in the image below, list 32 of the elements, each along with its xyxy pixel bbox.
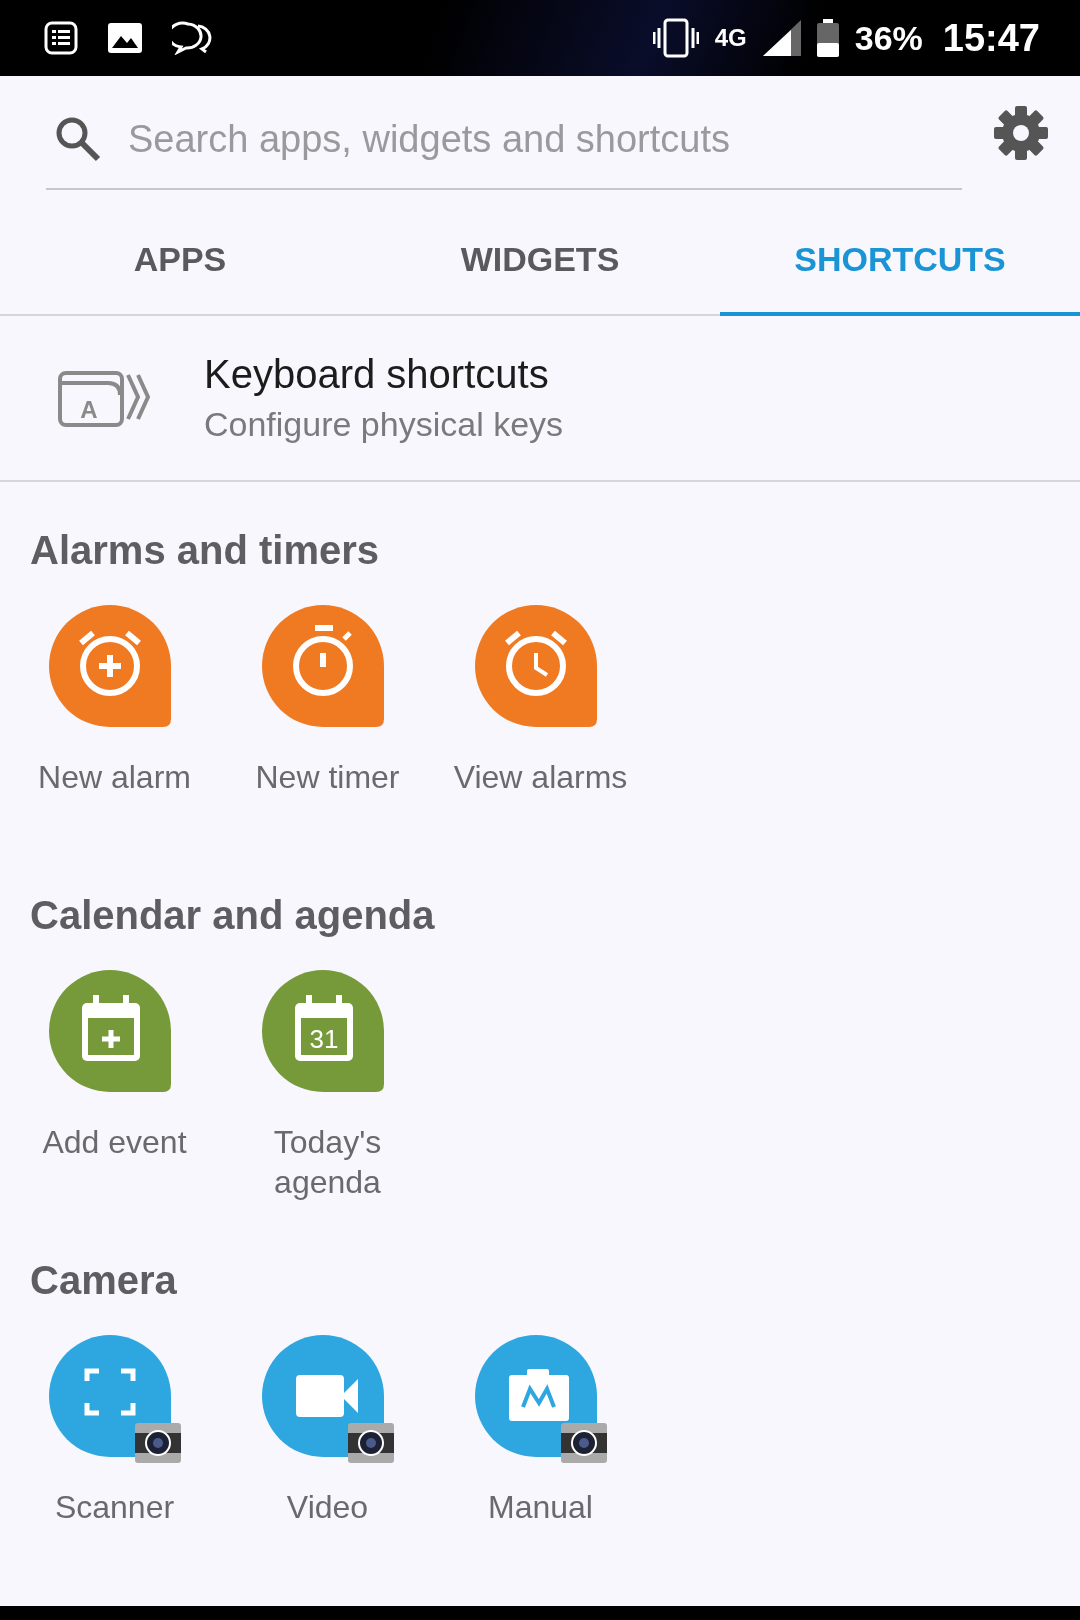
image-icon (108, 23, 142, 53)
notes-icon (44, 21, 78, 55)
clock-time: 15:47 (942, 16, 1040, 60)
settings-icon[interactable] (994, 106, 1048, 160)
item-title: Keyboard shortcuts (204, 352, 550, 397)
section-title: Camera (30, 1258, 178, 1303)
shortcut-item[interactable]: 31 Today's agenda (221, 968, 434, 1212)
tab[interactable]: WIDGETS (360, 200, 720, 316)
shortcut-item[interactable]: New alarm (8, 603, 221, 847)
section-title: Calendar and agenda (30, 893, 436, 938)
battery-icon (816, 19, 839, 57)
tab[interactable]: APPS (0, 200, 360, 316)
vibrate-icon (652, 18, 699, 58)
shortcut-item[interactable]: New timer (221, 603, 434, 847)
shortcut-icon (46, 1333, 183, 1463)
shortcut-item[interactable]: Add event (8, 968, 221, 1212)
section-title: Alarms and timers (30, 528, 381, 573)
keyboard-shortcuts-item[interactable]: A Keyboard shortcuts Configure physical keys (0, 316, 1080, 482)
tab[interactable]: SHORTCUTS (720, 200, 1080, 316)
shortcut-item[interactable]: View alarms (434, 603, 647, 847)
shortcut-item[interactable]: Video (221, 1333, 434, 1577)
shortcut-icon (472, 1333, 609, 1463)
shortcut-item[interactable]: Scanner (8, 1333, 221, 1577)
network-type: 4G (714, 24, 747, 52)
shortcut-icon (259, 1333, 396, 1463)
shortcut-item[interactable]: Manual (434, 1333, 647, 1577)
item-subtitle: Configure physical keys (204, 405, 564, 444)
search-field[interactable]: Search apps, widgets and shortcuts (126, 116, 962, 162)
signal-icon (762, 20, 801, 56)
chat-icon (172, 21, 212, 55)
battery-percent: 36% (854, 18, 923, 58)
search-icon (54, 115, 102, 163)
